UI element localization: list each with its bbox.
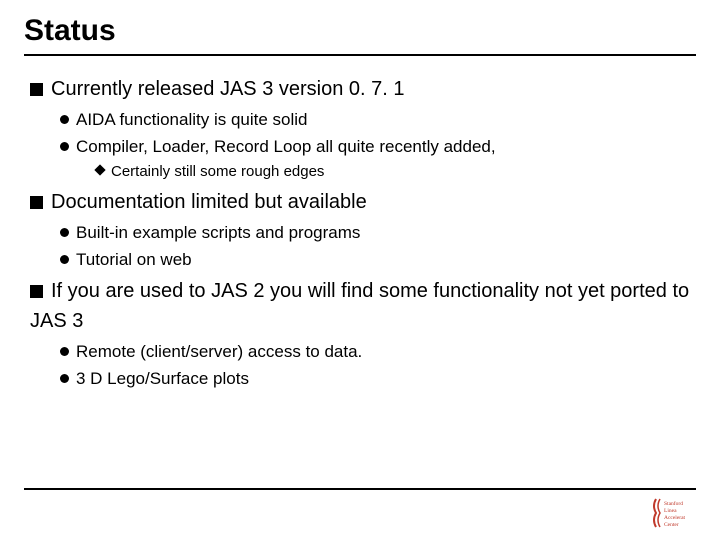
bullet-text: Documentation limited but available: [51, 191, 367, 213]
slide-content: Currently released JAS 3 version 0. 7. 1…: [24, 74, 696, 392]
bullet-text: 3 D Lego/Surface plots: [76, 369, 249, 388]
bullet-text: If you are used to JAS 2 you will find s…: [30, 280, 689, 332]
bullet-text: Certainly still some rough edges: [111, 163, 324, 180]
bullet-l1: Documentation limited but available: [30, 187, 696, 217]
logo-text-line: Accelerat: [664, 515, 686, 521]
bullet-text: Remote (client/server) access to data.: [76, 342, 362, 361]
bullet-text: Tutorial on web: [76, 250, 192, 269]
dot-bullet-icon: [60, 115, 69, 124]
slide: Status Currently released JAS 3 version …: [0, 0, 720, 540]
bullet-text: Compiler, Loader, Record Loop all quite …: [76, 137, 496, 156]
dot-bullet-icon: [60, 228, 69, 237]
bullet-l3: Certainly still some rough edges: [96, 161, 696, 183]
footer-rule: [24, 488, 696, 490]
bullet-l2: AIDA functionality is quite solid: [60, 108, 696, 133]
diamond-bullet-icon: [94, 165, 105, 176]
bullet-l2: Tutorial on web: [60, 248, 696, 273]
bullet-l2: Compiler, Loader, Record Loop all quite …: [60, 135, 696, 160]
slide-title: Status: [24, 14, 696, 48]
bullet-l1: If you are used to JAS 2 you will find s…: [30, 276, 696, 336]
square-bullet-icon: [30, 196, 43, 209]
dot-bullet-icon: [60, 255, 69, 264]
logo-text-line: Linea: [664, 508, 677, 514]
bullet-l2: Built-in example scripts and programs: [60, 221, 696, 246]
bullet-text: Currently released JAS 3 version 0. 7. 1: [51, 78, 405, 100]
dot-bullet-icon: [60, 142, 69, 151]
square-bullet-icon: [30, 285, 43, 298]
bullet-l2: Remote (client/server) access to data.: [60, 340, 696, 365]
dot-bullet-icon: [60, 374, 69, 383]
slac-logo: Stanford Linea Accelerat Center: [650, 496, 696, 530]
dot-bullet-icon: [60, 347, 69, 356]
title-rule: [24, 54, 696, 56]
bullet-text: Built-in example scripts and programs: [76, 223, 360, 242]
bullet-l1: Currently released JAS 3 version 0. 7. 1: [30, 74, 696, 104]
square-bullet-icon: [30, 83, 43, 96]
logo-text-line: Center: [664, 522, 679, 528]
bullet-l2: 3 D Lego/Surface plots: [60, 367, 696, 392]
logo-text-line: Stanford: [664, 500, 683, 507]
logo-icon: [654, 499, 660, 527]
bullet-text: AIDA functionality is quite solid: [76, 110, 308, 129]
